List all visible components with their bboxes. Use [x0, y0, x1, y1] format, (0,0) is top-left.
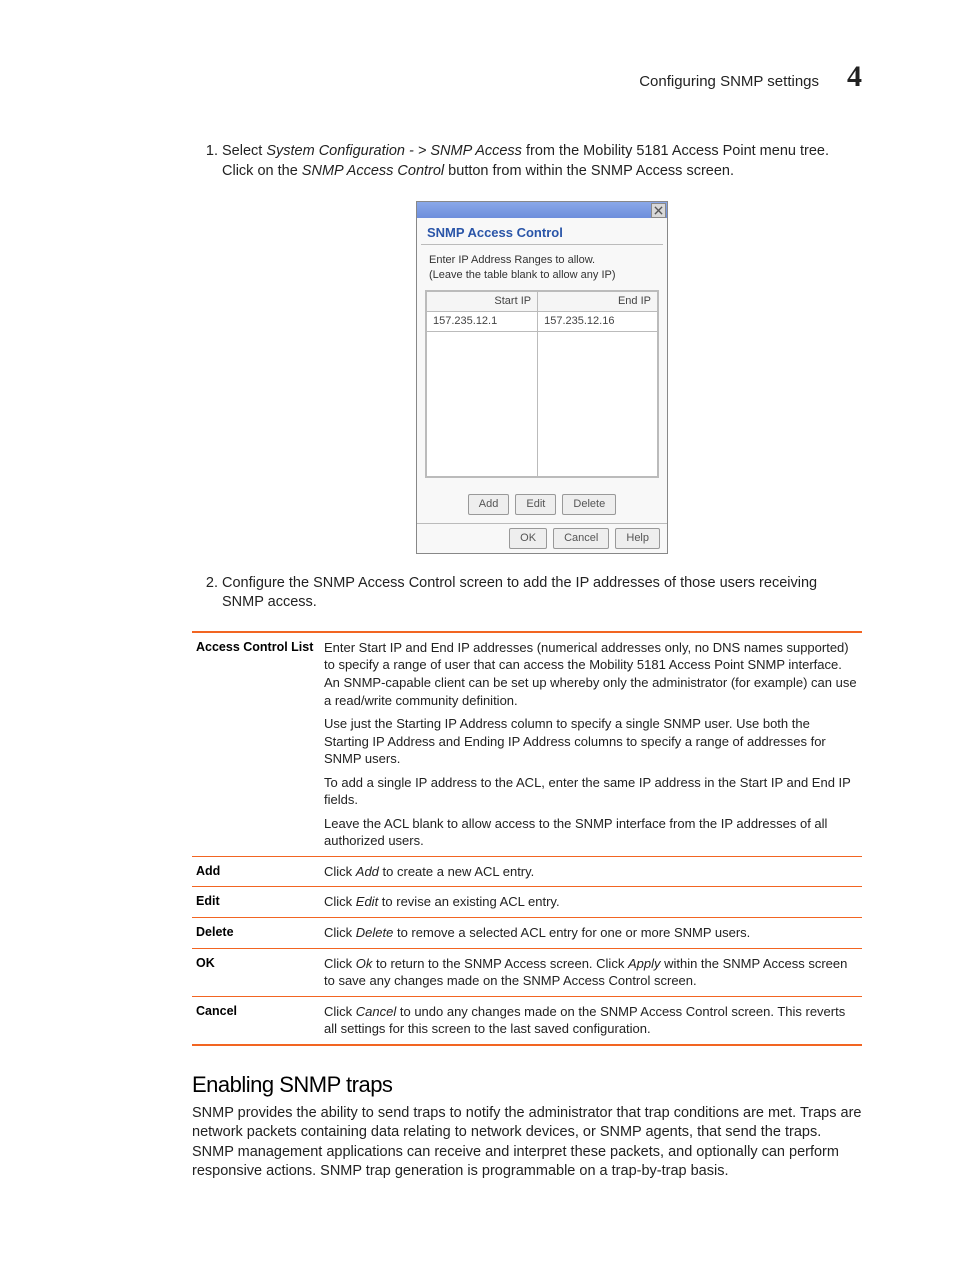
nav-path: System Configuration - > SNMP Access — [266, 143, 522, 159]
para: To add a single IP address to the ACL, e… — [324, 774, 858, 809]
section-heading-enabling-snmp-traps: Enabling SNMP traps — [192, 1072, 862, 1098]
definition: Click Add to create a new ACL entry. — [320, 856, 862, 887]
text: button from within the SNMP Access scree… — [444, 163, 734, 179]
dialog-instructions: Enter IP Address Ranges to allow. (Leave… — [417, 245, 667, 291]
step-2: Configure the SNMP Access Control screen… — [222, 574, 862, 613]
term: OK — [192, 948, 320, 996]
em: Add — [356, 864, 379, 879]
text: to revise an existing ACL entry. — [378, 894, 559, 909]
step-1: Select System Configuration - > SNMP Acc… — [222, 142, 862, 554]
def-row-cancel: Cancel Click Cancel to undo any changes … — [192, 996, 862, 1045]
dialog-heading: SNMP Access Control — [417, 218, 667, 244]
start-ip-cell: 157.235.12.1 — [427, 312, 538, 332]
term: Add — [192, 856, 320, 887]
add-button[interactable]: Add — [468, 494, 510, 515]
term: Access Control List — [192, 632, 320, 857]
def-row-delete: Delete Click Delete to remove a selected… — [192, 917, 862, 948]
text: Click — [324, 1004, 356, 1019]
col-start-ip[interactable]: Start IP — [427, 292, 538, 312]
definition: Click Delete to remove a selected ACL en… — [320, 917, 862, 948]
button-name: SNMP Access Control — [302, 163, 444, 179]
text-line: Enter IP Address Ranges to allow. — [429, 253, 655, 268]
definition: Enter Start IP and End IP addresses (num… — [320, 632, 862, 857]
term: Delete — [192, 917, 320, 948]
definition: Click Edit to revise an existing ACL ent… — [320, 887, 862, 918]
definitions-table: Access Control List Enter Start IP and E… — [192, 631, 862, 1046]
definition: Click Ok to return to the SNMP Access sc… — [320, 948, 862, 996]
def-row-add: Add Click Add to create a new ACL entry. — [192, 856, 862, 887]
term: Edit — [192, 887, 320, 918]
term: Cancel — [192, 996, 320, 1045]
text: Click — [324, 864, 356, 879]
delete-button[interactable]: Delete — [562, 494, 616, 515]
col-end-ip[interactable]: End IP — [538, 292, 658, 312]
para: Leave the ACL blank to allow access to t… — [324, 815, 858, 850]
step-list: Select System Configuration - > SNMP Acc… — [192, 142, 862, 613]
chapter-number: 4 — [847, 60, 862, 94]
em: Edit — [356, 894, 378, 909]
em: Ok — [356, 956, 373, 971]
snmp-access-control-dialog: SNMP Access Control Enter IP Address Ran… — [416, 201, 668, 554]
def-row-acl: Access Control List Enter Start IP and E… — [192, 632, 862, 857]
running-title: Configuring SNMP settings — [639, 73, 819, 90]
ip-range-table: Start IP End IP 157.235.12.1 157.235.12.… — [426, 291, 658, 477]
em: Apply — [628, 956, 661, 971]
definition: Click Cancel to undo any changes made on… — [320, 996, 862, 1045]
cancel-button[interactable]: Cancel — [553, 528, 609, 549]
text: to return to the SNMP Access screen. Cli… — [372, 956, 628, 971]
help-button[interactable]: Help — [615, 528, 660, 549]
def-row-edit: Edit Click Edit to revise an existing AC… — [192, 887, 862, 918]
text: Click — [324, 956, 356, 971]
em: Delete — [356, 925, 394, 940]
dialog-titlebar — [417, 202, 667, 218]
table-header: Start IP End IP — [427, 292, 658, 312]
close-icon — [654, 206, 663, 215]
end-ip-cell: 157.235.12.16 — [538, 312, 658, 332]
text: to undo any changes made on the SNMP Acc… — [324, 1004, 845, 1037]
table-row[interactable]: 157.235.12.1 157.235.12.16 — [427, 312, 658, 332]
para: Enter Start IP and End IP addresses (num… — [324, 639, 858, 709]
section-body: SNMP provides the ability to send traps … — [192, 1104, 862, 1182]
text: Click — [324, 894, 356, 909]
close-button[interactable] — [651, 203, 666, 218]
text: Click — [324, 925, 356, 940]
text: to create a new ACL entry. — [379, 864, 534, 879]
def-row-ok: OK Click Ok to return to the SNMP Access… — [192, 948, 862, 996]
running-header: Configuring SNMP settings 4 — [92, 60, 862, 94]
text-line: (Leave the table blank to allow any IP) — [429, 268, 655, 283]
em: Cancel — [356, 1004, 396, 1019]
para: Use just the Starting IP Address column … — [324, 715, 858, 768]
text: to remove a selected ACL entry for one o… — [393, 925, 750, 940]
ok-button[interactable]: OK — [509, 528, 547, 549]
text: Select — [222, 143, 266, 159]
edit-button[interactable]: Edit — [515, 494, 556, 515]
